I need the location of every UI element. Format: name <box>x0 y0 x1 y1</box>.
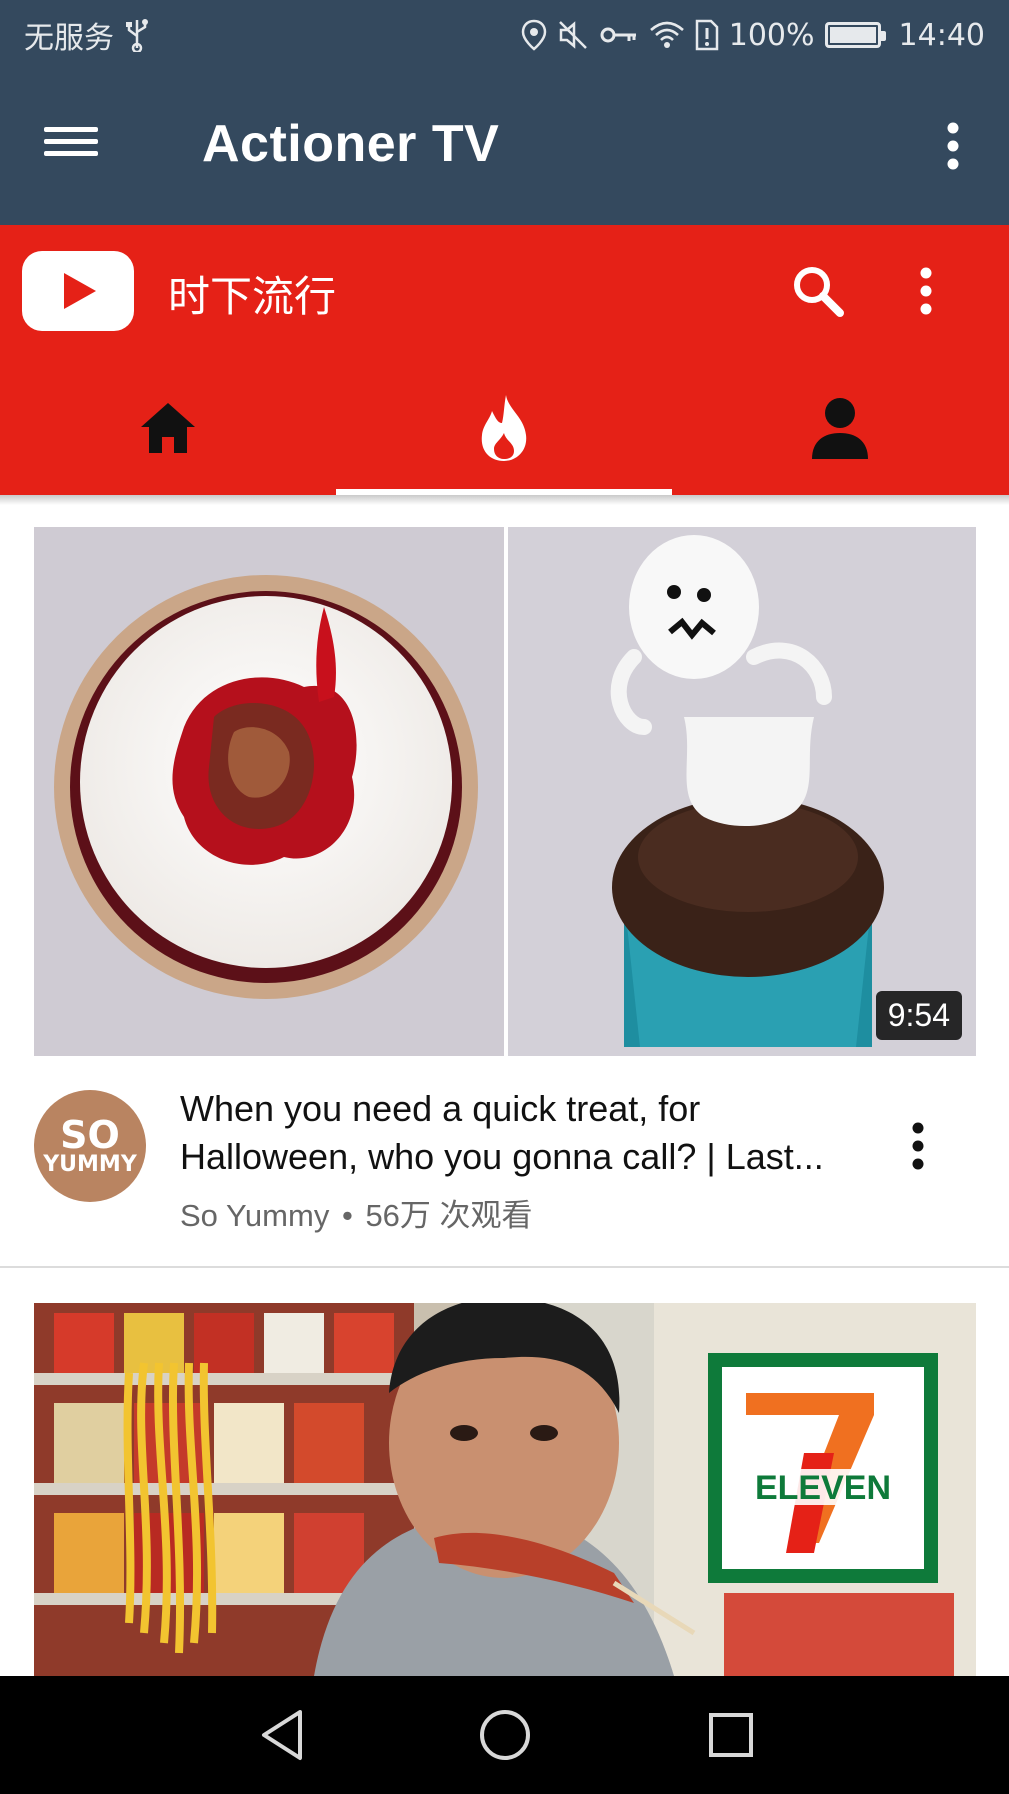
home-icon <box>139 401 197 459</box>
fire-icon <box>476 393 532 467</box>
video-title-line: Halloween, who you gonna call? | Last... <box>180 1136 824 1177</box>
system-navigation-bar <box>0 1676 1009 1794</box>
video-options-icon[interactable] <box>906 1122 930 1174</box>
youtube-logo-icon[interactable] <box>22 251 134 335</box>
avatar-text: SO <box>60 1113 120 1157</box>
mute-icon <box>557 19 589 51</box>
channel-avatar[interactable]: SO YUMMY <box>34 1090 146 1202</box>
thumbnail-sign-text: ELEVEN <box>755 1469 891 1507</box>
card-divider <box>0 1266 1009 1268</box>
status-bar: 无服务 100% 14:40 <box>0 0 1009 70</box>
key-icon <box>599 23 639 47</box>
carrier-text: 无服务 <box>24 21 114 56</box>
battery-icon <box>824 22 886 48</box>
tab-home[interactable] <box>0 365 336 495</box>
sim-alert-icon <box>695 19 719 51</box>
search-icon[interactable] <box>790 263 846 323</box>
screen: 无服务 100% 14:40 Actioner TV 时下流行 9:54 SO … <box>0 0 1009 1794</box>
video-thumbnail[interactable]: ELEVEN <box>34 1303 976 1676</box>
youtube-overflow-menu-icon[interactable] <box>920 267 932 319</box>
video-title[interactable]: When you need a quick treat, for Hallowe… <box>180 1085 870 1181</box>
youtube-header: 时下流行 <box>0 225 1009 495</box>
tab-bar <box>0 365 1009 495</box>
avatar-text: YUMMY <box>43 1152 137 1177</box>
channel-name: So Yummy <box>180 1198 330 1233</box>
video-thumbnail[interactable]: 9:54 <box>34 527 976 1056</box>
app-title: Actioner TV <box>202 115 500 173</box>
view-count: 56万 次观看 <box>365 1198 533 1233</box>
tab-trending[interactable] <box>336 365 672 495</box>
home-circle-icon[interactable] <box>478 1708 532 1766</box>
meta-separator: • <box>341 1198 353 1233</box>
back-icon[interactable] <box>258 1708 306 1766</box>
recents-square-icon[interactable] <box>706 1708 756 1766</box>
person-icon <box>810 397 870 463</box>
battery-percent: 100% <box>728 17 815 53</box>
video-meta: So Yummy • 56万 次观看 <box>180 1190 533 1235</box>
video-title-line: When you need a quick treat, for <box>180 1088 701 1129</box>
usb-icon <box>124 18 150 52</box>
app-bar: Actioner TV <box>0 70 1009 225</box>
header-shadow <box>0 495 1009 505</box>
location-icon <box>521 19 547 51</box>
app-overflow-menu-icon[interactable] <box>947 122 959 174</box>
tab-account[interactable] <box>672 365 1008 495</box>
video-duration: 9:54 <box>875 991 962 1040</box>
section-title: 时下流行 <box>168 272 337 321</box>
wifi-icon <box>649 20 685 50</box>
clock: 14:40 <box>898 17 985 53</box>
thumbnail-image <box>34 527 976 1056</box>
hamburger-menu-icon[interactable] <box>44 120 108 168</box>
thumbnail-image: ELEVEN <box>34 1303 976 1676</box>
